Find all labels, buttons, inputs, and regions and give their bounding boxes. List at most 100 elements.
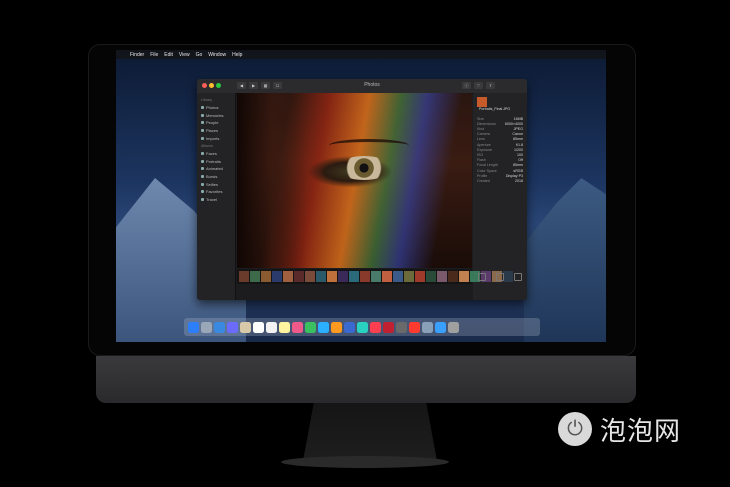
dock-app-icon[interactable] — [305, 321, 316, 333]
sidebar-item-icon — [201, 113, 204, 117]
sidebar-item-label: Places — [206, 128, 219, 134]
filmstrip-thumbnail[interactable] — [283, 271, 293, 282]
filmstrip-thumbnail[interactable] — [294, 271, 304, 282]
sidebar-item-icon — [201, 136, 204, 140]
sidebar-item[interactable]: Selfies — [197, 180, 235, 188]
info-row-value: 100 — [517, 152, 523, 157]
sidebar-item-label: Selfies — [206, 181, 219, 187]
photo-hair-shadow — [237, 93, 307, 268]
dock-app-icon[interactable] — [383, 321, 394, 333]
sidebar-item[interactable]: Imports — [197, 134, 235, 142]
sidebar-item[interactable]: Photos — [197, 104, 235, 112]
dock-app-icon[interactable] — [331, 321, 342, 333]
dock-app-icon[interactable] — [318, 321, 329, 333]
menu-edit[interactable]: Edit — [164, 52, 173, 58]
sidebar-item[interactable]: People — [197, 119, 235, 127]
filmstrip-thumbnail[interactable] — [382, 271, 392, 282]
info-row-value: 16MB — [513, 116, 523, 121]
filmstrip-controls — [473, 269, 527, 284]
dock-app-icon[interactable] — [201, 321, 212, 333]
sidebar-item-icon — [201, 175, 204, 179]
filmstrip-thumbnail[interactable] — [448, 271, 458, 282]
imac-screen: Finder File Edit View Go Window Help ◀ ▶… — [116, 50, 606, 342]
window-minimize-button[interactable] — [209, 83, 214, 88]
sidebar-section-header: Albums — [201, 143, 213, 148]
dock-app-icon[interactable] — [396, 321, 407, 333]
info-row-value: 85mm — [513, 163, 523, 168]
filmstrip-thumbnail[interactable] — [437, 271, 447, 282]
dock-app-icon[interactable] — [279, 321, 290, 333]
back-button[interactable]: ◀ — [237, 82, 246, 89]
info-row-key: Aperture — [477, 142, 491, 147]
filmstrip-thumbnail[interactable] — [404, 271, 414, 282]
dock-app-icon[interactable] — [409, 321, 420, 333]
dock-app-icon[interactable] — [422, 321, 433, 333]
filmstrip-thumbnail[interactable] — [261, 271, 271, 282]
sidebar-item[interactable]: Travel — [197, 196, 235, 204]
sidebar-item-label: Imports — [206, 135, 220, 141]
sidebar-item[interactable]: Portraits — [197, 158, 235, 166]
info-file-name: Portraits_Final.JPG — [479, 107, 511, 112]
sidebar-item[interactable]: Favorites — [197, 188, 235, 196]
filmstrip-thumbnail[interactable] — [272, 271, 282, 282]
filmstrip-thumbnail[interactable] — [459, 271, 469, 282]
sidebar-item-label: Faces — [206, 151, 217, 157]
info-button[interactable]: ⓘ — [462, 82, 471, 89]
window-titlebar[interactable]: ◀ ▶ ▦ ☐ Photos ⓘ ♡ ⇪ — [197, 79, 527, 94]
filmstrip-thumbnail[interactable] — [415, 271, 425, 282]
filmstrip-thumbnail[interactable] — [305, 271, 315, 282]
forward-button[interactable]: ▶ — [249, 82, 258, 89]
crop-icon[interactable] — [496, 272, 504, 281]
dock-app-icon[interactable] — [344, 321, 355, 333]
filmstrip-thumbnail[interactable] — [239, 271, 249, 282]
grid-view-button[interactable]: ▦ — [261, 82, 270, 89]
sidebar-item[interactable]: Animated — [197, 165, 235, 173]
filmstrip-thumbnail[interactable] — [316, 271, 326, 282]
dock-app-icon[interactable] — [188, 321, 199, 333]
favorite-button[interactable]: ♡ — [474, 82, 483, 89]
info-row-value: 85mm — [513, 137, 523, 142]
share-button[interactable]: ⇪ — [486, 82, 495, 89]
dock-app-icon[interactable] — [214, 321, 225, 333]
main-photo[interactable] — [237, 93, 472, 268]
info-row-value: Canon — [512, 132, 523, 137]
filmstrip-thumbnail[interactable] — [360, 271, 370, 282]
sidebar-item[interactable]: Memories — [197, 112, 235, 120]
dock-app-icon[interactable] — [435, 321, 446, 333]
filmstrip-thumbnail[interactable] — [349, 271, 359, 282]
dock-app-icon[interactable] — [448, 321, 459, 333]
dock-app-icon[interactable] — [266, 321, 277, 333]
dock-app-icon[interactable] — [370, 321, 381, 333]
filmstrip-thumbnail[interactable] — [327, 271, 337, 282]
menu-finder[interactable]: Finder — [130, 52, 144, 58]
filmstrip-thumbnail[interactable] — [393, 271, 403, 282]
dock-app-icon[interactable] — [292, 321, 303, 333]
dock-app-icon[interactable] — [240, 321, 251, 333]
adjust-icon[interactable] — [514, 272, 522, 281]
filmstrip-thumbnail[interactable] — [371, 271, 381, 282]
filmstrip-thumbnail[interactable] — [426, 271, 436, 282]
single-view-button[interactable]: ☐ — [273, 82, 282, 89]
rotate-icon[interactable] — [478, 272, 486, 281]
dock-app-icon[interactable] — [253, 321, 264, 333]
filmstrip-thumbnail[interactable] — [250, 271, 260, 282]
menu-window[interactable]: Window — [208, 52, 226, 58]
sidebar-item[interactable]: Places — [197, 127, 235, 135]
info-row-key: Color Space — [477, 168, 497, 173]
dock-app-icon[interactable] — [357, 321, 368, 333]
dock-app-icon[interactable] — [227, 321, 238, 333]
menu-go[interactable]: Go — [196, 52, 203, 58]
sidebar-section-header: Library — [201, 98, 212, 102]
sidebar-item-label: Travel — [206, 196, 217, 202]
filmstrip-thumbnail[interactable] — [338, 271, 348, 282]
window-zoom-button[interactable] — [216, 83, 221, 88]
imac-stand — [303, 403, 437, 461]
sidebar-item-icon — [201, 106, 204, 110]
watermark-power-icon: ⏻ — [558, 412, 592, 446]
sidebar-item[interactable]: Bursts — [197, 173, 235, 181]
window-close-button[interactable] — [202, 83, 207, 88]
menu-help[interactable]: Help — [232, 52, 242, 58]
menu-file[interactable]: File — [150, 52, 158, 58]
sidebar-item[interactable]: Faces — [197, 150, 235, 158]
menu-view[interactable]: View — [179, 52, 190, 58]
